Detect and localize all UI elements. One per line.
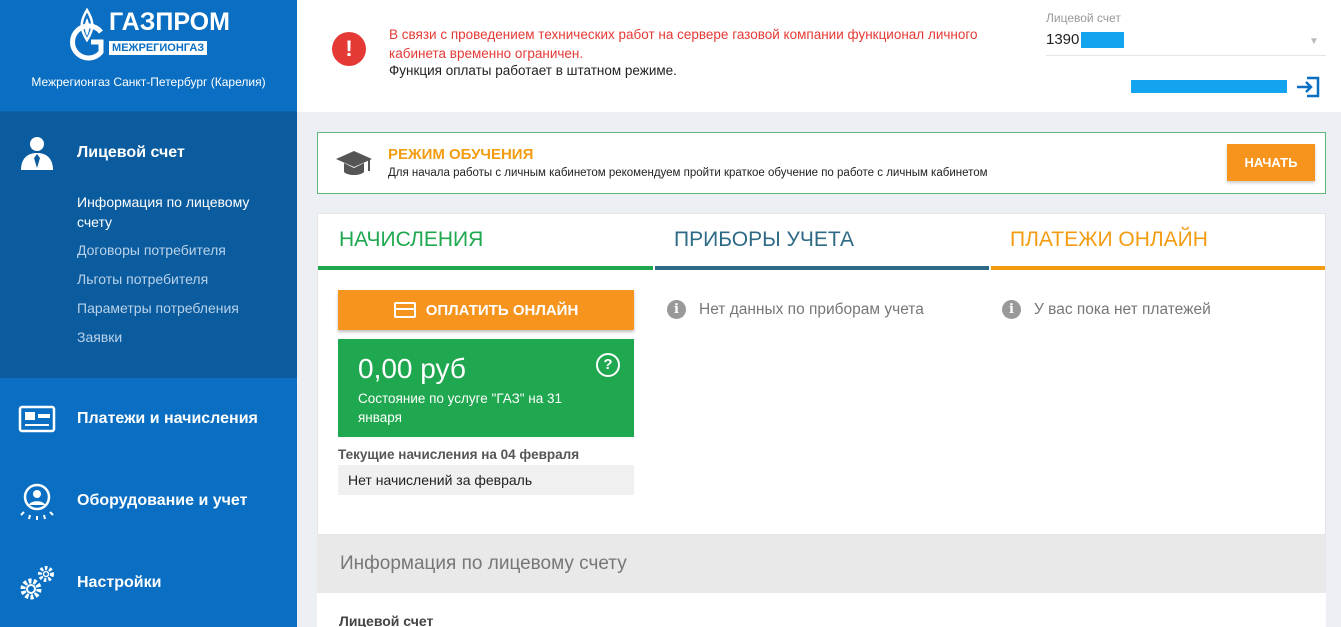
sidebar-item-equipment-label: Оборудование и учет <box>77 492 248 509</box>
tab-online-payments[interactable]: ПЛАТЕЖИ ОНЛАЙН <box>989 214 1325 270</box>
training-title: РЕЖИМ ОБУЧЕНИЯ <box>388 146 534 163</box>
logo-block: ГАЗПРОМ МЕЖРЕГИОНГАЗ Межрегионгаз Санкт-… <box>0 0 297 112</box>
payments-empty-text: У вас пока нет платежей <box>1034 300 1211 318</box>
sidebar-item-payments-label: Платежи и начисления <box>77 410 258 427</box>
account-select-label: Лицевой счет <box>1046 11 1121 25</box>
pay-online-button[interactable]: ОПЛАТИТЬ ОНЛАЙН <box>338 290 634 330</box>
logo-main-text: ГАЗПРОМ <box>109 8 230 36</box>
submenu-benefits[interactable]: Льготы потребителя <box>77 269 277 289</box>
tab-charges[interactable]: НАЧИСЛЕНИЯ <box>318 214 653 270</box>
payment-status-notice: Функция оплаты работает в штатном режиме… <box>389 63 677 78</box>
logout-icon[interactable] <box>1295 76 1321 98</box>
current-charges-label: Текущие начисления на 04 февраля <box>338 447 580 462</box>
alert-icon: ! <box>332 32 366 66</box>
graduation-cap-icon <box>335 147 373 181</box>
training-text: Для начала работы с личным кабинетом рек… <box>388 167 988 179</box>
training-banner: РЕЖИМ ОБУЧЕНИЯ Для начала работы с личны… <box>317 132 1326 194</box>
pay-online-label: ОПЛАТИТЬ ОНЛАЙН <box>425 301 579 319</box>
region-name: Межрегионгаз Санкт-Петербург (Карелия) <box>31 75 266 89</box>
submenu-requests[interactable]: Заявки <box>77 327 277 347</box>
account-info-section-title: Информация по лицевому счету <box>317 535 1326 593</box>
settings-icon <box>18 564 56 602</box>
current-charges-value: Нет начислений за февраль <box>338 465 634 495</box>
maintenance-warning: В связи с проведением технических работ … <box>389 27 978 61</box>
account-select-underline <box>1046 55 1326 56</box>
sidebar-section-account: Лицевой счет Информация по лицевому счет… <box>0 112 297 378</box>
submenu-consumption-params[interactable]: Параметры потребления <box>77 298 277 318</box>
submenu-account-info[interactable]: Информация по лицевому счету <box>77 192 277 232</box>
payments-icon <box>18 400 56 438</box>
sidebar-item-settings[interactable]: Настройки <box>0 542 297 624</box>
account-info-section-body: Лицевой счет <box>317 593 1326 627</box>
help-icon[interactable]: ? <box>596 353 620 377</box>
account-number-redaction <box>1081 31 1125 48</box>
info-icon: i <box>1002 300 1021 319</box>
start-training-button[interactable]: НАЧАТЬ <box>1227 144 1315 181</box>
sidebar-item-settings-label: Настройки <box>77 574 162 591</box>
sidebar-item-account-label: Лицевой счет <box>77 144 185 161</box>
account-info-first-label: Лицевой счет <box>339 613 434 627</box>
submenu-contracts[interactable]: Договоры потребителя <box>77 240 277 260</box>
balance-description: Состояние по услуге "ГАЗ" на 31 января <box>358 391 563 425</box>
payments-empty-message: i У вас пока нет платежей <box>1002 300 1211 319</box>
account-number: 1390 <box>1046 31 1080 48</box>
account-submenu: Информация по лицевому счету Договоры по… <box>0 192 297 347</box>
user-email-redaction <box>1131 80 1287 93</box>
sidebar-item-equipment[interactable]: Оборудование и учет <box>0 460 297 542</box>
balance-card: 0,00 руб Состояние по услуге "ГАЗ" на 31… <box>338 339 634 437</box>
chevron-down-icon[interactable]: ▼ <box>1309 36 1319 47</box>
sidebar-item-account[interactable]: Лицевой счет <box>0 112 297 194</box>
meters-empty-text: Нет данных по приборам учета <box>699 300 924 318</box>
top-header: ! В связи с проведением технических рабо… <box>297 0 1341 112</box>
equipment-icon <box>18 482 56 520</box>
tab-charges-underline <box>318 266 653 270</box>
logo-sub-text: МЕЖРЕГИОНГАЗ <box>109 41 208 55</box>
balance-amount: 0,00 руб <box>358 353 466 384</box>
gazprom-logo[interactable]: ГАЗПРОМ МЕЖРЕГИОНГАЗ <box>0 0 297 62</box>
info-icon: i <box>667 300 686 319</box>
sidebar-item-payments[interactable]: Платежи и начисления <box>0 378 297 460</box>
credit-card-icon <box>393 302 416 318</box>
tab-meters-underline <box>655 266 989 270</box>
gazprom-flame-logo-icon <box>67 6 107 62</box>
account-select[interactable]: 1390 <box>1046 31 1125 48</box>
tab-online-payments-underline <box>991 266 1325 270</box>
user-icon <box>18 134 56 172</box>
main-card: НАЧИСЛЕНИЯ ПРИБОРЫ УЧЕТА ПЛАТЕЖИ ОНЛАЙН … <box>317 213 1326 535</box>
sidebar: ГАЗПРОМ МЕЖРЕГИОНГАЗ Межрегионгаз Санкт-… <box>0 0 297 627</box>
tab-meters[interactable]: ПРИБОРЫ УЧЕТА <box>653 214 989 270</box>
meters-empty-message: i Нет данных по приборам учета <box>667 300 924 319</box>
